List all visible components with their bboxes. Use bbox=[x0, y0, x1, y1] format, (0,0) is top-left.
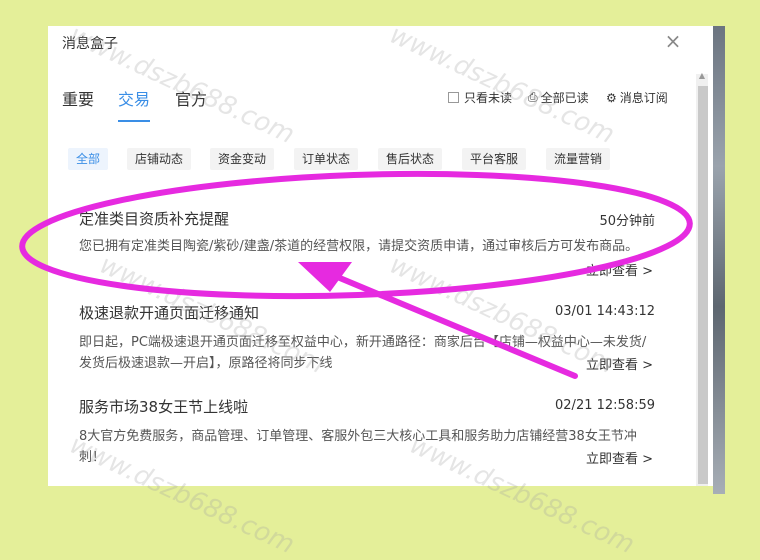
mark-all-read-button[interactable]: ⎙ 全部已读 bbox=[528, 89, 589, 106]
checkbox-icon[interactable] bbox=[448, 92, 459, 103]
tab-official[interactable]: 官方 bbox=[175, 86, 207, 110]
message-time: 02/21 12:58:59 bbox=[555, 398, 655, 413]
scroll-up-arrow-icon[interactable]: ▲ bbox=[696, 70, 708, 82]
mark-all-read-label: 全部已读 bbox=[540, 91, 589, 105]
background-window-edge bbox=[713, 26, 725, 494]
view-now-link[interactable]: 立即查看 > bbox=[586, 448, 653, 467]
unread-only-label: 只看未读 bbox=[464, 91, 513, 105]
filter-chips: 全部 店铺动态 资金变动 订单状态 售后状态 平台客服 流量营销 bbox=[48, 148, 713, 172]
printer-icon: ⎙ bbox=[528, 90, 538, 104]
list-item: 服务市场38女王节上线啦 02/21 12:58:59 8大官方免费服务，商品管… bbox=[79, 396, 659, 470]
filter-customer-service[interactable]: 平台客服 bbox=[462, 148, 527, 170]
view-now-link[interactable]: 立即查看 > bbox=[586, 260, 653, 279]
message-box-panel: 消息盒子 × 重要 交易 官方 只看未读 ⎙ 全部已读 ⚙ 消息订阅 全部 店铺… bbox=[48, 26, 713, 486]
message-title[interactable]: 服务市场38女王节上线啦 bbox=[79, 396, 248, 417]
subscribe-button[interactable]: ⚙ 消息订阅 bbox=[606, 89, 668, 106]
tab-important[interactable]: 重要 bbox=[62, 86, 94, 110]
filter-after-sales[interactable]: 售后状态 bbox=[378, 148, 443, 170]
filter-all[interactable]: 全部 bbox=[68, 148, 109, 170]
scrollbar-thumb[interactable] bbox=[698, 86, 708, 484]
view-now-link[interactable]: 立即查看 > bbox=[586, 354, 653, 373]
filter-traffic-marketing[interactable]: 流量营销 bbox=[546, 148, 611, 170]
message-body: 即日起，PC端极速退开通页面迁移至权益中心，新开通路径：商家后台【店铺—权益中心… bbox=[79, 335, 647, 371]
unread-only-toggle[interactable]: 只看未读 bbox=[448, 89, 512, 106]
message-title[interactable]: 极速退款开通页面迁移通知 bbox=[79, 302, 259, 323]
filter-store-news[interactable]: 店铺动态 bbox=[127, 148, 192, 170]
subscribe-label: 消息订阅 bbox=[619, 91, 668, 105]
message-time: 03/01 14:43:12 bbox=[555, 304, 655, 319]
gear-icon: ⚙ bbox=[606, 90, 617, 105]
filter-funds[interactable]: 资金变动 bbox=[210, 148, 275, 170]
message-title[interactable]: 定准类目资质补充提醒 bbox=[79, 208, 229, 229]
filter-order-status[interactable]: 订单状态 bbox=[294, 148, 359, 170]
close-button[interactable]: × bbox=[662, 29, 684, 53]
list-item: 定准类目资质补充提醒 50分钟前 您已拥有定准类目陶瓷/紫砂/建盏/茶道的经营权… bbox=[79, 208, 659, 282]
message-body: 您已拥有定准类目陶瓷/紫砂/建盏/茶道的经营权限，请提交资质申请，通过审核后方可… bbox=[79, 239, 639, 254]
panel-title: 消息盒子 bbox=[62, 36, 118, 52]
active-tab-indicator bbox=[118, 120, 150, 122]
list-item: 极速退款开通页面迁移通知 03/01 14:43:12 即日起，PC端极速退开通… bbox=[79, 302, 659, 376]
tab-trade[interactable]: 交易 bbox=[118, 86, 150, 110]
message-body: 8大官方免费服务，商品管理、订单管理、客服外包三大核心工具和服务助力店铺经营38… bbox=[79, 429, 637, 465]
message-time: 50分钟前 bbox=[599, 214, 655, 229]
